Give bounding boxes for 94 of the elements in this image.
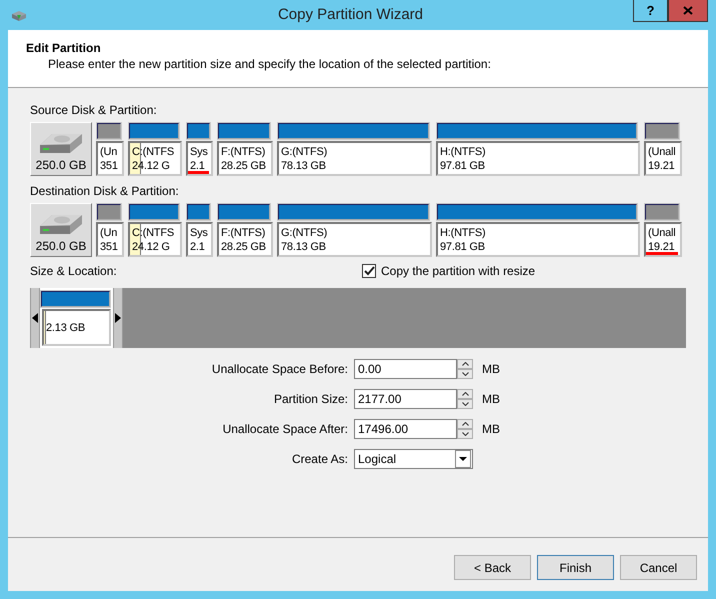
section-label: Size & Location: [30,263,118,279]
checkbox[interactable] [362,264,376,278]
partition-label: C:(NTFS [132,144,175,158]
partition-label: (Unall [648,226,677,240]
hard-drive-icon [38,212,84,236]
chevron-down-icon [462,402,468,406]
resize-handle[interactable] [113,288,123,348]
partition-label: (Unall [648,144,677,158]
partition-size: 2.1 [190,158,206,172]
partition-size: 24.12 G [132,240,171,254]
partition-tile[interactable]: C:(NTFS 24.12 G [128,222,182,257]
partition-label: H:(NTFS) [440,226,486,240]
partition-tile[interactable]: (Unall 19.21 [644,141,682,176]
partition-tile[interactable]: (Un 351 [96,222,124,257]
partition-label: C:(NTFS [132,226,175,240]
unit-label: MB [482,392,500,406]
disk-size: 250.0 GB [36,158,86,172]
partition-size: 24.12 G [132,158,171,172]
partition-tile[interactable]: G:(NTFS) 78.13 GB [277,222,432,257]
unit-label: MB [482,422,500,436]
spin-up-button[interactable] [457,389,473,399]
section-label: Destination Disk & Partition: [30,183,180,199]
field-label: Partition Size: [272,392,349,406]
section-label: Source Disk & Partition: [30,102,158,118]
wizard-button[interactable]: Cancel [620,555,697,580]
checkbox-label: Copy the partition with resize [381,264,536,278]
partition-tile[interactable]: F:(NTFS) 28.25 GB [217,141,273,176]
number-field[interactable]: 0.00 [354,359,457,379]
partition-tile[interactable]: H:(NTFS) 97.81 GB [436,222,640,257]
window-title: Copy Partition Wizard [276,5,424,25]
partition-tile[interactable]: G:(NTFS) 78.13 GB [277,141,432,176]
partition-size: 97.81 GB [440,158,486,172]
partition-size: 19.21 [648,240,676,254]
partition-tile[interactable]: C:(NTFS 24.12 G [128,141,182,176]
hard-drive-icon [38,131,84,155]
number-field[interactable]: 17496.00 [354,419,457,439]
partition-size: 78.13 GB [281,240,327,254]
dropdown-button[interactable] [455,450,471,468]
spin-down-button[interactable] [457,399,473,409]
partition-tile[interactable]: Sys 2.1 [186,141,213,176]
partition-size: 351 [100,158,119,172]
spin-down-button[interactable] [457,429,473,439]
number-field[interactable]: 2177.00 [354,389,457,409]
chevron-up-icon [462,362,468,366]
partition-label: G:(NTFS) [281,226,328,240]
partition-label: F:(NTFS) [221,144,266,158]
app-icon [10,9,28,23]
partition-size: 28.25 GB [221,240,267,254]
field-label: Create As: [290,452,349,466]
partition-tile[interactable]: 2.13 GB [42,309,111,346]
unit-label: MB [482,362,500,376]
partition-size: 28.25 GB [221,158,267,172]
page-description: Please enter the new partition size and specify the location of the selected partition: [47,57,492,71]
disk-tile[interactable]: 250.0 GB [30,203,92,257]
disk-size: 250.0 GB [36,239,86,253]
spin-up-button[interactable] [457,419,473,429]
partition-size: 97.81 GB [440,240,486,254]
partition-tile[interactable]: (Un 351 [96,141,124,176]
partition-label: G:(NTFS) [281,144,328,158]
partition-label: Sys [190,226,209,240]
chevron-down-icon [462,432,468,436]
partition-size: 78.13 GB [281,158,327,172]
wizard-button[interactable]: Finish [537,555,614,580]
chevron-up-icon [462,422,468,426]
chevron-up-icon [462,392,468,396]
page-heading: Edit Partition [26,41,102,55]
partition-size: 19.21 [648,158,676,172]
resize-handle[interactable] [30,288,40,348]
chevron-down-icon [462,372,468,376]
partition-label: H:(NTFS) [440,144,486,158]
partition-tile[interactable]: (Unall 19.21 [644,222,682,257]
partition-size: 2.13 GB [46,320,86,334]
partition-bar [41,291,110,307]
close-button[interactable] [668,0,708,22]
partition-label: F:(NTFS) [221,226,266,240]
wizard-button[interactable]: < Back [454,555,531,580]
field-label: Unallocate Space After: [222,422,349,436]
spin-up-button[interactable] [457,359,473,369]
help-button[interactable]: ? [633,0,668,22]
partition-label: (Un [100,144,118,158]
caret-down-icon [459,457,467,461]
disk-tile[interactable]: 250.0 GB [30,122,92,176]
location-track[interactable]: 2.13 GB [30,288,686,348]
spin-down-button[interactable] [457,369,473,379]
close-icon [683,6,693,15]
dropdown-field[interactable]: Logical [354,449,473,469]
field-label: Unallocate Space Before: [210,362,349,376]
partition-label: Sys [190,144,209,158]
partition-tile[interactable]: H:(NTFS) 97.81 GB [436,141,640,176]
partition-size: 2.1 [190,240,206,254]
partition-tile[interactable]: Sys 2.1 [186,222,213,257]
partition-tile[interactable]: F:(NTFS) 28.25 GB [217,222,273,257]
partition-size: 351 [100,240,119,254]
partition-label: (Un [100,226,118,240]
